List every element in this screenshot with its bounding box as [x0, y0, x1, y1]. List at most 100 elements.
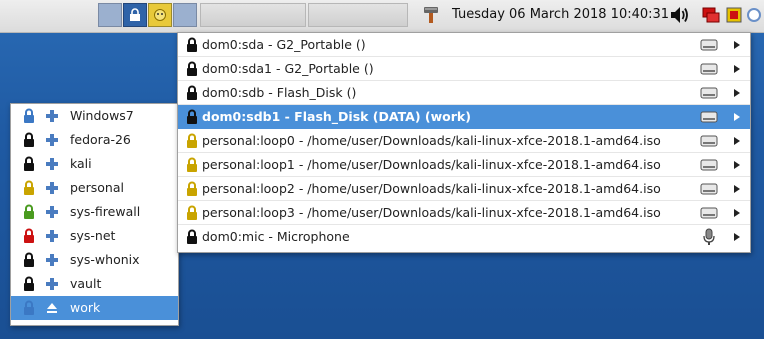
drive-icon	[700, 159, 718, 171]
drive-icon	[700, 87, 718, 99]
network-icon[interactable]	[700, 4, 722, 26]
app-icon	[154, 9, 166, 21]
vm-label: sys-whonix	[70, 252, 140, 267]
workspace-3[interactable]	[148, 3, 172, 27]
device-item-loop1[interactable]: personal:loop1 - /home/user/Downloads/ka…	[178, 153, 750, 177]
lock-icon	[187, 133, 197, 148]
vm-label: vault	[70, 276, 102, 291]
device-label: dom0:mic - Microphone	[202, 229, 350, 244]
vm-menu-item-kali[interactable]: kali	[11, 152, 178, 176]
submenu-arrow-icon	[734, 113, 740, 121]
vm-label: work	[70, 300, 101, 315]
lock-icon	[24, 180, 34, 195]
lock-icon	[24, 252, 34, 267]
lock-icon	[187, 85, 197, 100]
submenu-arrow-icon	[734, 65, 740, 73]
paint-brush-icon[interactable]	[420, 4, 442, 26]
vm-menu: Windows7 fedora-26 kali personal sys-fir…	[10, 103, 179, 326]
device-item-sdb1[interactable]: dom0:sdb1 - Flash_Disk (DATA) (work)	[178, 105, 750, 129]
device-item-loop0[interactable]: personal:loop0 - /home/user/Downloads/ka…	[178, 129, 750, 153]
volume-icon[interactable]	[668, 4, 690, 26]
device-label: personal:loop2 - /home/user/Downloads/ka…	[202, 181, 661, 196]
vm-menu-item-vault[interactable]: vault	[11, 272, 178, 296]
device-label: dom0:sda - G2_Portable ()	[202, 37, 366, 52]
device-item-sda1[interactable]: dom0:sda1 - G2_Portable ()	[178, 57, 750, 81]
microphone-icon	[703, 228, 715, 245]
drive-icon	[700, 183, 718, 195]
vm-menu-item-sys-whonix[interactable]: sys-whonix	[11, 248, 178, 272]
vm-menu-item-windows7[interactable]: Windows7	[11, 104, 178, 128]
lock-icon	[24, 228, 34, 243]
task-button[interactable]	[308, 3, 408, 27]
vm-label: sys-net	[70, 228, 116, 243]
device-label: dom0:sda1 - G2_Portable ()	[202, 61, 374, 76]
plus-icon	[46, 158, 58, 170]
workspace-switcher[interactable]	[98, 3, 198, 27]
device-item-loop3[interactable]: personal:loop3 - /home/user/Downloads/ka…	[178, 201, 750, 225]
drive-icon	[700, 207, 718, 219]
qubes-domains-icon[interactable]	[724, 4, 746, 26]
vm-label: kali	[70, 156, 92, 171]
lock-icon	[187, 157, 197, 172]
plus-icon	[46, 134, 58, 146]
lock-icon	[24, 132, 34, 147]
top-panel: Tuesday 06 March 2018 10:40:31	[0, 0, 764, 33]
submenu-arrow-icon	[734, 185, 740, 193]
plus-icon	[46, 278, 58, 290]
submenu-arrow-icon	[734, 89, 740, 97]
task-button[interactable]	[200, 3, 306, 27]
device-menu: dom0:sda - G2_Portable () dom0:sda1 - G2…	[177, 32, 751, 253]
device-label: personal:loop1 - /home/user/Downloads/ka…	[202, 157, 661, 172]
plus-icon	[46, 110, 58, 122]
vm-menu-item-personal[interactable]: personal	[11, 176, 178, 200]
submenu-arrow-icon	[734, 137, 740, 145]
clock[interactable]: Tuesday 06 March 2018 10:40:31	[452, 7, 669, 22]
submenu-arrow-icon	[734, 233, 740, 241]
lock-icon	[24, 300, 34, 315]
drive-icon	[700, 63, 718, 75]
lock-icon	[187, 109, 197, 124]
window-lock-icon	[130, 8, 140, 21]
device-label: personal:loop0 - /home/user/Downloads/ka…	[202, 133, 661, 148]
lock-icon	[187, 61, 197, 76]
vm-menu-item-fedora-26[interactable]: fedora-26	[11, 128, 178, 152]
lock-icon	[187, 205, 197, 220]
lock-icon	[187, 37, 197, 52]
device-item-mic[interactable]: dom0:mic - Microphone	[178, 225, 750, 249]
vm-menu-item-work[interactable]: work	[11, 296, 178, 320]
vm-label: Windows7	[70, 108, 134, 123]
submenu-arrow-icon	[734, 41, 740, 49]
lock-icon	[187, 181, 197, 196]
plus-icon	[46, 254, 58, 266]
plus-icon	[46, 206, 58, 218]
device-label: dom0:sdb1 - Flash_Disk (DATA) (work)	[202, 109, 471, 124]
vm-menu-item-sys-net[interactable]: sys-net	[11, 224, 178, 248]
device-label: personal:loop3 - /home/user/Downloads/ka…	[202, 205, 661, 220]
updates-icon[interactable]	[746, 4, 762, 26]
task-list	[200, 3, 410, 27]
submenu-arrow-icon	[734, 161, 740, 169]
device-item-sdb[interactable]: dom0:sdb - Flash_Disk ()	[178, 81, 750, 105]
vm-label: sys-firewall	[70, 204, 141, 219]
vm-label: fedora-26	[70, 132, 131, 147]
workspace-2[interactable]	[123, 3, 147, 27]
drive-icon	[700, 39, 718, 51]
lock-icon	[24, 156, 34, 171]
lock-icon	[187, 229, 197, 244]
device-item-sda[interactable]: dom0:sda - G2_Portable ()	[178, 33, 750, 57]
workspace-1[interactable]	[98, 3, 122, 27]
device-label: dom0:sdb - Flash_Disk ()	[202, 85, 357, 100]
eject-icon	[47, 303, 57, 313]
plus-icon	[46, 182, 58, 194]
vm-label: personal	[70, 180, 124, 195]
workspace-4[interactable]	[173, 3, 197, 27]
drive-icon	[700, 135, 718, 147]
submenu-arrow-icon	[734, 209, 740, 217]
lock-icon	[24, 276, 34, 291]
vm-menu-item-sys-firewall[interactable]: sys-firewall	[11, 200, 178, 224]
lock-icon	[24, 204, 34, 219]
lock-icon	[24, 108, 34, 123]
device-item-loop2[interactable]: personal:loop2 - /home/user/Downloads/ka…	[178, 177, 750, 201]
drive-icon	[700, 111, 718, 123]
plus-icon	[46, 230, 58, 242]
